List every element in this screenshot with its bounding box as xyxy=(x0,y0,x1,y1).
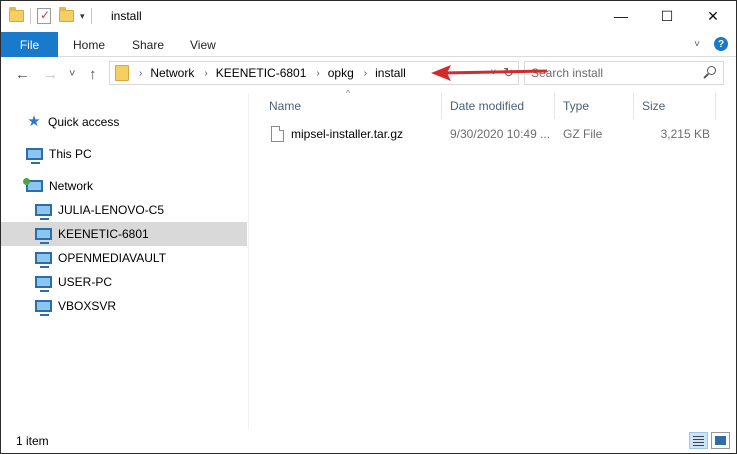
nav-item-label: This PC xyxy=(49,147,92,161)
tab-file[interactable]: File xyxy=(1,32,58,57)
tab-view[interactable]: View xyxy=(190,32,216,57)
computer-icon xyxy=(35,276,52,292)
folder-icon xyxy=(115,65,129,81)
nav-item-vboxsvr[interactable]: VBOXSVR xyxy=(1,294,247,318)
tab-home[interactable]: Home xyxy=(73,32,105,57)
breadcrumb-separator[interactable]: › xyxy=(364,68,367,79)
maximize-button[interactable]: ☐ xyxy=(644,1,690,31)
computer-icon xyxy=(35,228,52,244)
window-controls: — ☐ ✕ xyxy=(598,1,736,31)
star-icon: ★ xyxy=(27,113,41,130)
search-input[interactable] xyxy=(525,62,695,84)
breadcrumb-install[interactable]: install xyxy=(375,66,406,80)
tab-share[interactable]: Share xyxy=(132,32,164,57)
nav-item-label: KEENETIC-6801 xyxy=(58,227,149,241)
breadcrumb-network[interactable]: Network xyxy=(150,66,194,80)
nav-item-quick-access[interactable]: ★ Quick access xyxy=(1,110,247,134)
help-icon[interactable]: ? xyxy=(714,37,728,51)
item-count: 1 item xyxy=(16,434,49,448)
large-icons-view-icon[interactable] xyxy=(711,432,730,449)
table-row[interactable]: mipsel-installer.tar.gz 9/30/2020 10:49 … xyxy=(261,123,721,145)
breadcrumb-separator[interactable]: › xyxy=(139,68,142,79)
column-header-name[interactable]: Name ^ xyxy=(261,88,442,119)
ribbon-right-controls: ˅ ? xyxy=(694,37,728,51)
file-icon xyxy=(271,126,284,142)
nav-item-keenetic[interactable]: KEENETIC-6801 xyxy=(1,222,247,246)
chevron-down-icon[interactable]: ˅ xyxy=(694,39,700,50)
view-switcher xyxy=(689,432,730,449)
computer-icon xyxy=(35,300,52,316)
breadcrumb-separator[interactable]: › xyxy=(316,68,319,79)
navigation-bar: ← → ˅ ↑ › Network › KEENETIC-6801 › opkg… xyxy=(1,57,736,91)
breadcrumb-separator[interactable]: › xyxy=(204,68,207,79)
properties-icon[interactable] xyxy=(37,8,51,24)
computer-icon xyxy=(35,204,52,220)
column-header-size[interactable]: Size xyxy=(634,93,716,119)
explorer-window: ▾ install — ☐ ✕ File Home Share View ˅ ?… xyxy=(0,0,737,454)
navigation-pane: ★ Quick access This PC Network JULIA-LEN… xyxy=(1,93,248,429)
window-title: install xyxy=(111,9,142,23)
search-icon[interactable] xyxy=(707,66,716,75)
details-view-icon[interactable] xyxy=(689,432,708,449)
nav-item-network[interactable]: Network xyxy=(1,174,247,198)
file-date: 9/30/2020 10:49 ... xyxy=(450,127,551,141)
quick-access-toolbar: ▾ xyxy=(9,7,98,24)
nav-item-julia-lenovo[interactable]: JULIA-LENOVO-C5 xyxy=(1,198,247,222)
breadcrumb-keenetic[interactable]: KEENETIC-6801 xyxy=(216,66,307,80)
title-bar: ▾ install — ☐ ✕ xyxy=(1,1,736,32)
up-button[interactable]: ↑ xyxy=(89,66,97,83)
status-bar: 1 item xyxy=(1,429,736,453)
back-button[interactable]: ← xyxy=(15,66,30,83)
breadcrumb-opkg[interactable]: opkg xyxy=(328,66,354,80)
nav-item-label: JULIA-LENOVO-C5 xyxy=(58,203,165,217)
annotation-arrow xyxy=(431,65,548,81)
computer-icon xyxy=(35,252,52,268)
nav-item-label: USER-PC xyxy=(58,275,113,289)
forward-button[interactable]: → xyxy=(43,66,58,83)
file-size: 3,215 KB xyxy=(660,127,710,141)
minimize-button[interactable]: — xyxy=(598,1,644,31)
column-header-date[interactable]: Date modified xyxy=(442,93,555,119)
toolbar-separator xyxy=(30,8,31,24)
file-name-cell[interactable]: mipsel-installer.tar.gz xyxy=(271,123,403,145)
nav-item-label: Quick access xyxy=(48,115,120,129)
new-folder-icon[interactable] xyxy=(59,7,74,22)
nav-item-openmediavault[interactable]: OPENMEDIAVAULT xyxy=(1,246,247,270)
sort-ascending-icon: ^ xyxy=(346,88,351,98)
computer-icon xyxy=(26,148,43,164)
nav-item-user-pc[interactable]: USER-PC xyxy=(1,270,247,294)
annotation-arrow-shaft xyxy=(442,69,548,75)
file-type: GZ File xyxy=(563,127,603,141)
nav-item-label: OPENMEDIAVAULT xyxy=(58,251,167,265)
ribbon-tabs: File Home Share View ˅ ? xyxy=(1,32,736,57)
folder-icon[interactable] xyxy=(9,7,24,22)
nav-item-this-pc[interactable]: This PC xyxy=(1,142,247,166)
network-icon xyxy=(23,178,43,192)
recent-locations-button[interactable]: ˅ xyxy=(69,68,75,80)
file-name: mipsel-installer.tar.gz xyxy=(291,127,404,141)
column-header-type[interactable]: Type xyxy=(555,93,634,119)
toolbar-separator xyxy=(90,8,92,24)
pane-splitter[interactable] xyxy=(248,93,249,429)
close-button[interactable]: ✕ xyxy=(690,1,736,31)
file-list: Name ^ Date modified Type Size mipsel-in… xyxy=(261,88,736,429)
nav-item-label: Network xyxy=(49,179,94,193)
customize-toolbar-icon[interactable]: ▾ xyxy=(80,11,85,22)
search-box[interactable] xyxy=(524,61,724,85)
column-header-label: Name xyxy=(269,99,302,113)
nav-item-label: VBOXSVR xyxy=(58,299,117,313)
